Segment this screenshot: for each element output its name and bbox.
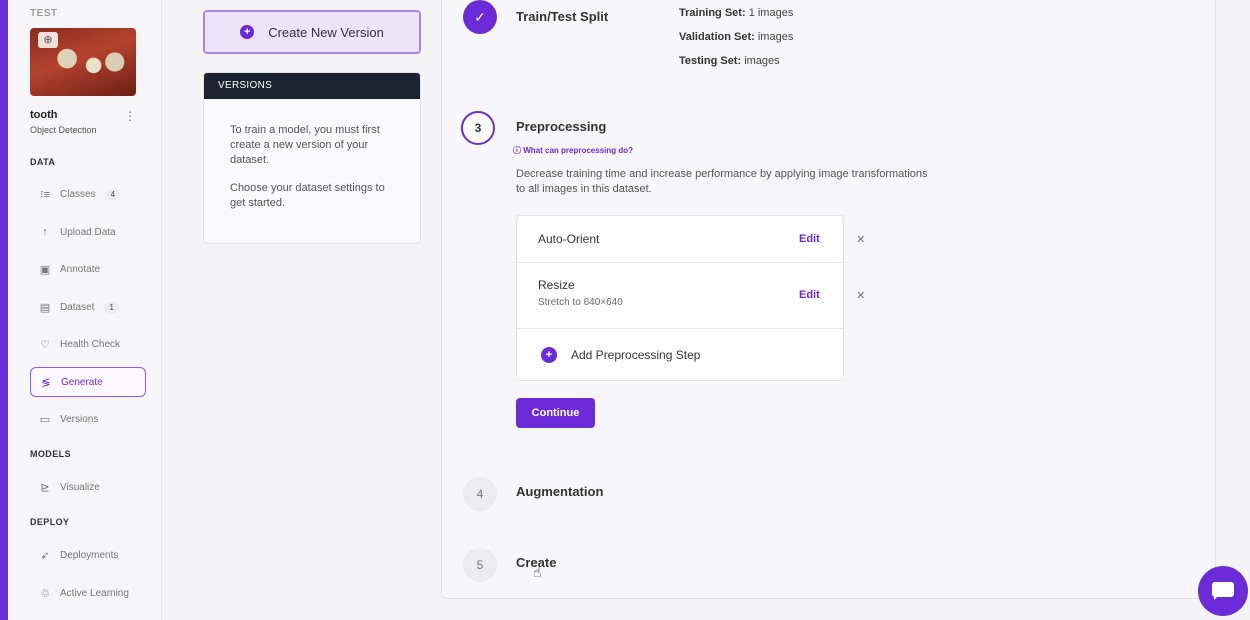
edit-resize-button[interactable]: Edit: [799, 289, 820, 301]
add-preprocessing-step-label: Add Preprocessing Step: [571, 348, 701, 362]
count-badge: 4: [105, 188, 121, 200]
sidebar-item-visualize[interactable]: ⊵ Visualize: [30, 472, 146, 502]
left-accent-bar: [0, 0, 8, 620]
versions-panel: VERSIONS To train a model, you must firs…: [203, 72, 421, 244]
sidebar-item-generate[interactable]: ≶ Generate: [30, 367, 146, 397]
count-badge: 1: [104, 301, 119, 313]
section-deploy: DEPLOY: [30, 517, 70, 527]
sidebar-item-label: Health Check: [60, 338, 121, 350]
validation-set-value: images: [757, 31, 794, 43]
training-set-summary: Training Set: 1 images: [679, 7, 793, 19]
sidebar-item-label: Active Learning: [60, 587, 129, 599]
globe-icon[interactable]: ⊕: [38, 32, 58, 48]
rocket-icon: ➶: [40, 549, 50, 562]
plus-icon: +: [240, 25, 255, 39]
sidebar-item-dataset[interactable]: ▤ Dataset 1: [30, 292, 146, 322]
sidebar-item-annotate[interactable]: ▣ Annotate: [30, 254, 146, 284]
step-title-train-test-split[interactable]: Train/Test Split: [516, 9, 608, 24]
preprocessing-step-name: Auto-Orient: [538, 232, 600, 246]
preprocessing-description: Decrease training time and increase perf…: [516, 168, 928, 195]
validation-set-label: Validation Set:: [679, 31, 755, 43]
sidebar-item-label: Generate: [61, 376, 103, 388]
preprocessing-step-name: Resize: [538, 278, 575, 292]
sidebar-item-classes[interactable]: ⁝≡ Classes 4: [30, 179, 146, 209]
project-type: Object Detection: [30, 125, 97, 135]
versions-empty-state: To train a model, you must first create …: [204, 99, 420, 211]
versions-icon: ▭: [39, 413, 51, 426]
preprocessing-step-resize: Resize Stretch to 640×640 Edit: [517, 263, 843, 329]
sidebar-item-deployments[interactable]: ➶ Deployments: [30, 540, 146, 570]
remove-auto-orient-close-icon[interactable]: ✕: [856, 233, 865, 246]
step-title-augmentation[interactable]: Augmentation: [516, 484, 603, 499]
sidebar-item-health-check[interactable]: ♡ Health Check: [30, 329, 146, 359]
versions-text: To train a model, you must first create …: [230, 124, 380, 166]
workspace-label: TEST: [30, 8, 58, 19]
chat-support-icon[interactable]: [1198, 566, 1248, 616]
versions-text: Choose your dataset settings to get star…: [230, 182, 385, 209]
sidebar-item-label: Versions: [60, 413, 99, 425]
edit-auto-orient-button[interactable]: Edit: [799, 233, 820, 245]
testing-set-label: Testing Set:: [679, 55, 742, 67]
add-preprocessing-step-button[interactable]: + Add Preprocessing Step: [541, 347, 700, 363]
chart-icon: ⊵: [40, 481, 50, 494]
sidebar-item-label: Annotate: [60, 263, 101, 275]
step-complete-check-icon: ✓: [463, 0, 497, 34]
project-thumbnail[interactable]: ⊕: [30, 28, 136, 96]
images-icon: ▤: [39, 301, 51, 314]
training-set-label: Training Set:: [679, 7, 746, 19]
question-circle-icon: ⓘ: [513, 146, 521, 155]
heart-icon: ♡: [40, 338, 50, 351]
step-number-3: 3: [461, 111, 495, 145]
generate-icon: ≶: [41, 376, 51, 389]
section-data: DATA: [30, 157, 56, 167]
project-name: tooth: [30, 109, 58, 121]
annotate-icon: ▣: [39, 263, 51, 276]
validation-set-summary: Validation Set: images: [679, 31, 793, 43]
step-title-preprocessing: Preprocessing: [516, 119, 607, 134]
continue-button[interactable]: Continue: [516, 398, 595, 428]
sidebar-item-versions[interactable]: ▭ Versions: [30, 404, 146, 434]
more-options-icon[interactable]: ⋮: [124, 109, 136, 123]
hand-cursor-icon: ☝: [533, 564, 542, 580]
upload-arrow-icon: ↑: [42, 226, 48, 238]
step-number-5: 5: [463, 548, 497, 582]
preprocessing-help-link[interactable]: ⓘ What can preprocessing do?: [513, 145, 633, 156]
preprocessing-step-detail: Stretch to 640×640: [538, 297, 623, 308]
list-icon: ⁝≡: [40, 188, 50, 201]
sidebar-item-upload-data[interactable]: ↑ Upload Data: [30, 217, 146, 247]
preprocessing-step-auto-orient: Auto-Orient Edit: [517, 216, 843, 263]
plus-icon: +: [541, 347, 557, 363]
sidebar-item-label: Upload Data: [60, 226, 116, 238]
sidebar-item-active-learning[interactable]: ♲ Active Learning: [30, 578, 146, 608]
remove-resize-close-icon[interactable]: ✕: [856, 289, 865, 302]
section-models: MODELS: [30, 449, 71, 459]
step-number-4: 4: [463, 477, 497, 511]
testing-set-value: images: [744, 55, 780, 67]
sidebar-item-label: Classes: [60, 188, 96, 200]
sidebar-item-label: Deployments: [60, 549, 119, 561]
training-set-value: 1 images: [748, 7, 794, 19]
sidebar-item-label: Dataset: [60, 301, 95, 313]
versions-header: VERSIONS: [204, 73, 420, 99]
recycle-icon: ♲: [40, 587, 50, 600]
sidebar-item-label: Visualize: [60, 481, 100, 493]
preprocessing-steps-list: Auto-Orient Edit Resize Stretch to 640×6…: [516, 215, 844, 381]
testing-set-summary: Testing Set: images: [679, 55, 780, 67]
create-new-version-button[interactable]: + Create New Version: [203, 10, 421, 54]
create-new-version-label: Create New Version: [268, 24, 384, 40]
preprocessing-help-text: What can preprocessing do?: [523, 146, 634, 155]
